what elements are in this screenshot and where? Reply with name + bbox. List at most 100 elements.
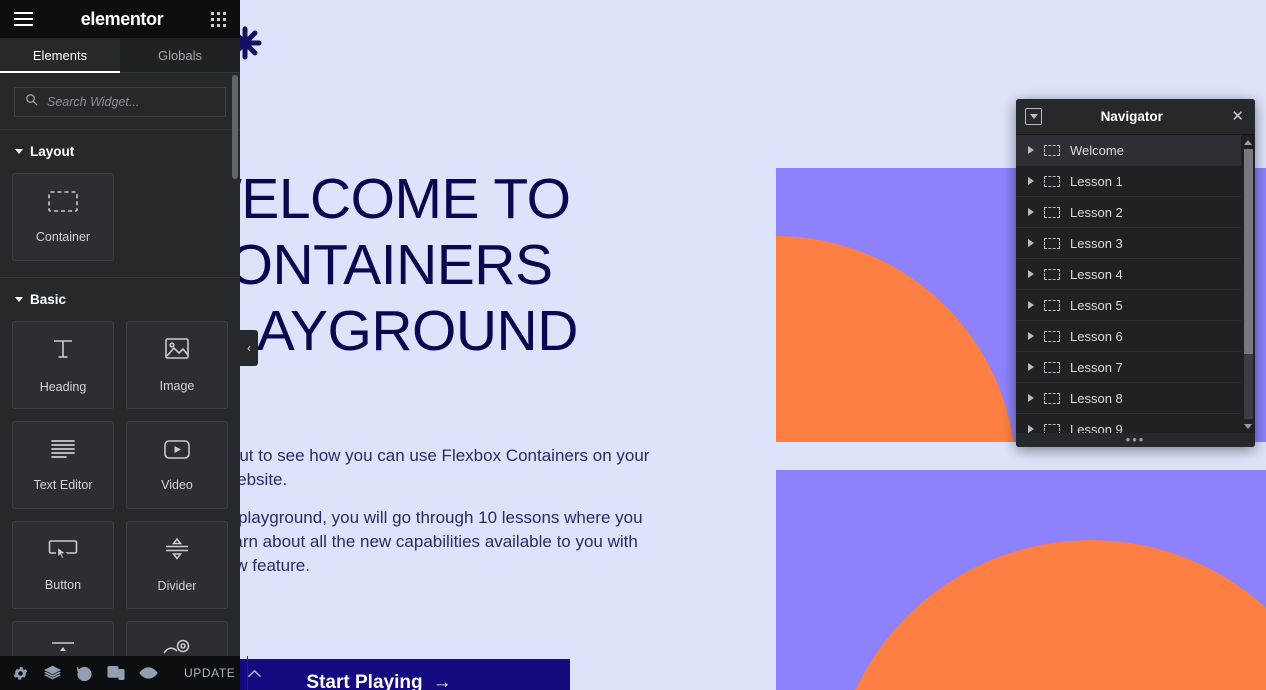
hamburger-icon[interactable] [14,12,33,26]
responsive-mode-icon[interactable] [100,656,132,690]
navigator-item-lesson-3[interactable]: Lesson 3 [1016,228,1241,259]
navigator-scrollbar[interactable] [1241,135,1255,433]
chevron-down-icon [15,297,23,302]
navigator-item-label: Lesson 4 [1070,266,1123,282]
update-button[interactable]: UPDATE [172,656,247,690]
section-basic: Basic Heading Image Text Editor Video Bu… [0,277,240,690]
hero-paragraph-1: Try it out to see how you can use Flexbo… [188,446,650,489]
widget-text-editor[interactable]: Text Editor [12,421,114,509]
search-input[interactable] [47,95,215,109]
section-layout-title: Layout [30,144,75,159]
chevron-up-icon[interactable] [247,656,262,690]
navigator-item-lesson-2[interactable]: Lesson 2 [1016,197,1241,228]
navigator-panel: Navigator ✕ Welcome Lesson 1 Lesson 2 Le… [1016,99,1255,447]
text-editor-icon [49,438,77,465]
layout-widget-grid: Container [12,173,228,261]
elementor-logo: elementor [80,8,164,29]
container-icon [1044,268,1060,280]
history-clock-icon[interactable] [68,656,100,690]
search-widget-wrap [0,73,240,129]
navigator-item-lesson-4[interactable]: Lesson 4 [1016,259,1241,290]
chevron-right-icon[interactable] [1028,239,1034,247]
widget-button-label: Button [44,578,82,592]
scroll-down-arrow-icon[interactable] [1244,419,1252,433]
hero-body-text: Try it out to see how you can use Flexbo… [188,444,658,578]
navigator-item-label: Lesson 5 [1070,297,1123,313]
button-icon [48,538,78,565]
container-icon [1044,330,1060,342]
chevron-right-icon[interactable] [1028,425,1034,433]
arrow-right-icon: → [432,672,452,690]
tab-globals[interactable]: Globals [120,38,240,72]
apps-grid-icon[interactable] [211,11,226,27]
widget-heading-label: Heading [39,380,87,394]
navigator-item-label: Lesson 7 [1070,359,1123,375]
container-icon [1044,423,1060,433]
collapse-panel-button[interactable]: ‹ [240,330,258,366]
image-icon [164,337,190,366]
chevron-right-icon[interactable] [1028,270,1034,278]
heading-icon [50,336,76,367]
chevron-right-icon[interactable] [1028,208,1034,216]
orange-circle-shape [831,540,1266,690]
chevron-right-icon[interactable] [1028,394,1034,402]
cta-label: Start Playing [306,672,423,690]
widget-video-label: Video [161,477,193,492]
widget-button[interactable]: Button [12,521,114,609]
settings-gear-icon[interactable] [4,656,36,690]
container-icon [1044,144,1060,156]
chevron-right-icon[interactable] [1028,146,1034,154]
tab-elements[interactable]: Elements [0,38,120,73]
widget-divider-label: Divider [157,579,197,593]
container-icon [48,190,78,217]
navigator-resize-handle[interactable]: ••• [1016,433,1255,447]
panel-scroll-area[interactable]: Layout Container Basic [0,73,240,690]
panel-tabs: Elements Globals [0,38,240,73]
navigator-item-welcome[interactable]: Welcome [1016,135,1241,166]
container-icon [1044,299,1060,311]
search-box[interactable] [14,87,226,117]
widget-divider[interactable]: Divider [126,521,228,609]
widget-text-editor-label: Text Editor [33,478,93,492]
navigator-item-label: Lesson 2 [1070,204,1123,220]
close-icon[interactable]: ✕ [1229,109,1246,124]
scrollbar-rail[interactable] [1243,149,1253,419]
navigator-title: Navigator [1100,109,1163,124]
container-icon [1044,237,1060,249]
graphic-card-bottom[interactable] [776,470,1266,690]
navigator-header: Navigator ✕ [1016,99,1255,135]
scroll-up-arrow-icon[interactable] [1244,135,1252,149]
navigator-item-lesson-7[interactable]: Lesson 7 [1016,352,1241,383]
section-basic-title: Basic [30,292,67,307]
video-icon [163,439,191,465]
chevron-right-icon[interactable] [1028,177,1034,185]
navigator-item-lesson-1[interactable]: Lesson 1 [1016,166,1241,197]
widget-container-label: Container [35,229,91,244]
widget-heading[interactable]: Heading [12,321,114,409]
navigator-item-lesson-6[interactable]: Lesson 6 [1016,321,1241,352]
navigator-item-lesson-5[interactable]: Lesson 5 [1016,290,1241,321]
preview-eye-icon[interactable] [132,656,164,690]
navigator-item-label: Lesson 9 [1070,421,1123,434]
widget-video[interactable]: Video [126,421,228,509]
orange-quarter-circle-shape [776,236,1016,442]
section-layout-header[interactable]: Layout [12,144,228,159]
navigator-item-label: Welcome [1070,142,1124,158]
widget-image[interactable]: Image [126,321,228,409]
navigator-item-label: Lesson 1 [1070,173,1123,189]
section-basic-header[interactable]: Basic [12,292,228,307]
navigator-layers-icon[interactable] [36,656,68,690]
navigator-item-lesson-9[interactable]: Lesson 9 [1016,414,1241,433]
navigator-item-label: Lesson 3 [1070,235,1123,251]
chevron-right-icon[interactable] [1028,332,1034,340]
chevron-right-icon[interactable] [1028,301,1034,309]
widget-image-label: Image [159,379,195,393]
panel-header: elementor [0,0,240,38]
panel-scrollbar[interactable] [232,75,238,179]
navigator-item-lesson-8[interactable]: Lesson 8 [1016,383,1241,414]
scrollbar-thumb[interactable] [1243,149,1253,354]
widget-container[interactable]: Container [12,173,114,261]
elementor-editor: WELCOME TO CONTAINERS PLAYGROUND Try it … [0,0,1266,690]
chevron-right-icon[interactable] [1028,363,1034,371]
navigator-list[interactable]: Welcome Lesson 1 Lesson 2 Lesson 3 Lesso… [1016,135,1241,433]
